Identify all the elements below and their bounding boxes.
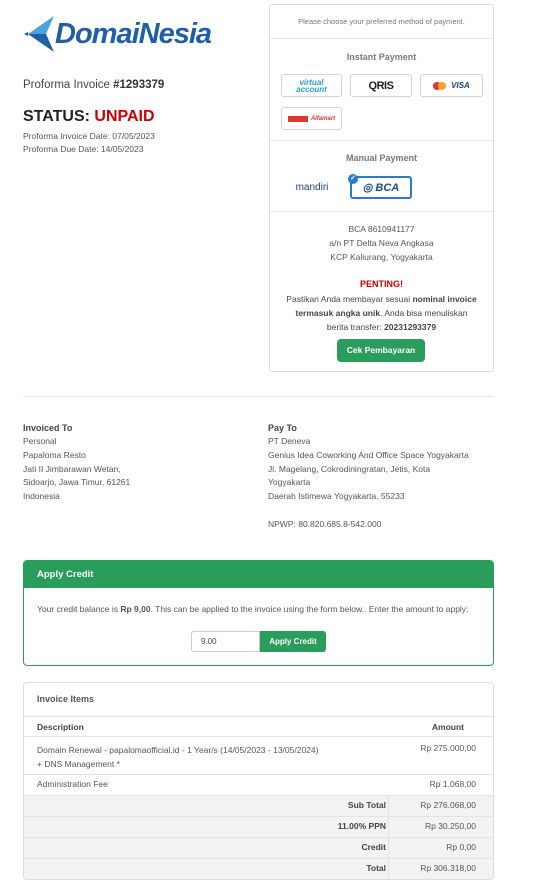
tax-value: Rp 30.250,00 [424, 821, 476, 831]
description-header: Description [37, 722, 84, 732]
account-name: a/n PT Delta Neva Angkasa [329, 238, 434, 248]
logo-text: DomaiNesia [55, 18, 212, 50]
payment-notice: Pastikan Anda membayar sesuai nominal in… [286, 294, 477, 332]
subtotal-label: Sub Total [347, 800, 386, 810]
tax-label: 11.00% PPN [337, 821, 386, 831]
divider [270, 211, 493, 212]
credit-value: Rp 0,00 [446, 842, 476, 852]
instant-payment-heading: Instant Payment [346, 52, 417, 62]
payment-panel: Please choose your preferred method of p… [269, 4, 494, 372]
due-date: Proforma Due Date: 14/05/2023 [23, 144, 144, 154]
npwp: NPWP: 80.820.685.8-542.000 [268, 518, 382, 529]
status-unpaid: UNPAID [94, 108, 155, 125]
virtual-account-option[interactable]: virtual account [281, 74, 342, 97]
invoiced-to-address: Personal Papaloma Resto Jati II Jimbaraw… [23, 436, 131, 502]
mandiri-logo: mandiri [295, 182, 329, 193]
bank-branch: KCP Kaliurang, Yogyakarta [330, 252, 433, 262]
total-row: Total Rp 306.318,00 [24, 858, 493, 879]
credit-balance-text: Your credit balance is Rp 9,00. This can… [37, 604, 469, 614]
table-row: Domain Renewal - papalomaofficial.id - 1… [24, 736, 493, 774]
invoice-title: Proforma Invoice #1293379 [23, 79, 165, 91]
item-amount: Rp 275.000,00 [420, 743, 476, 753]
pay-to: Pay To PT Deneva Genius Idea Coworking A… [268, 423, 498, 532]
bank-account: BCA 8610941177 [348, 224, 415, 234]
check-payment-button[interactable]: Cek Pembayaran [337, 339, 425, 362]
invoice-items-heading: Invoice Items [37, 694, 95, 704]
divider [270, 140, 493, 141]
invoice-number: #1293379 [113, 79, 165, 91]
invoice-dates: Proforma Invoice Date: 07/05/2023 Profor… [23, 130, 155, 156]
manual-payment-heading: Manual Payment [345, 153, 418, 163]
payment-instruction: Please choose your preferred method of p… [298, 17, 465, 26]
virtual-account-logo: virtual account [296, 77, 327, 94]
qris-option[interactable]: QRIS [350, 74, 412, 97]
total-label: Total [366, 863, 386, 873]
visa-logo: VISA [451, 81, 470, 90]
invoice-status: STATUS: UNPAID [23, 108, 155, 125]
item-description: Administration Fee [37, 779, 108, 789]
apply-credit-button[interactable]: Apply Credit [260, 631, 326, 652]
apply-credit-heading: Apply Credit [24, 561, 493, 588]
domainesia-logo[interactable]: DomaiNesia [24, 12, 212, 56]
pay-to-heading: Pay To [268, 423, 297, 433]
bca-option[interactable]: ✓ ◎ BCA [348, 174, 412, 199]
table-row: Administration Fee Rp 1.068,00 [24, 774, 493, 795]
credit-label: Credit [361, 842, 386, 852]
check-icon: ✓ [348, 174, 358, 184]
credit-row: Credit Rp 0,00 [24, 837, 493, 858]
credit-amount-input[interactable]: 9.00 [191, 631, 260, 652]
pay-to-address: PT Deneva Genius Idea Coworking And Offi… [268, 435, 498, 532]
mandiri-option[interactable]: mandiri [281, 176, 343, 199]
invoiced-to: Invoiced To Personal Papaloma Resto Jati… [23, 423, 130, 504]
total-value: Rp 306.318,00 [420, 863, 476, 873]
item-description: Domain Renewal - papalomaofficial.id - 1… [37, 745, 319, 769]
subtotal-row: Sub Total Rp 276.068,00 [24, 795, 493, 816]
subtotal-value: Rp 276.068,00 [420, 800, 476, 810]
logo-mark-icon [24, 16, 54, 52]
invoiced-to-heading: Invoiced To [23, 423, 73, 433]
divider [23, 396, 494, 397]
apply-credit-panel: Apply Credit Your credit balance is Rp 9… [23, 560, 494, 666]
invoice-date: Proforma Invoice Date: 07/05/2023 [23, 131, 155, 141]
alfamart-logo: Alfamart [310, 115, 336, 122]
alfamart-icon [287, 115, 308, 122]
transfer-code: 20231293379 [384, 322, 437, 332]
bank-details: BCA 8610941177 a/n PT Delta Neva Angkasa… [270, 222, 493, 264]
qris-logo: QRIS [368, 79, 394, 92]
invoice-items-panel: Invoice Items Description Amount Domain … [23, 682, 494, 880]
tax-row: 11.00% PPN Rp 30.250,00 [24, 816, 493, 837]
credit-balance: Rp 9,00 [120, 604, 151, 614]
divider [270, 38, 493, 39]
item-amount: Rp 1.068,00 [429, 779, 476, 789]
important-label: PENTING! [359, 279, 403, 289]
card-option[interactable]: VISA [420, 74, 483, 97]
amount-header: Amount [431, 722, 464, 732]
alfamart-option[interactable]: Alfamart [281, 107, 342, 130]
bca-logo: ◎ BCA [362, 182, 400, 194]
